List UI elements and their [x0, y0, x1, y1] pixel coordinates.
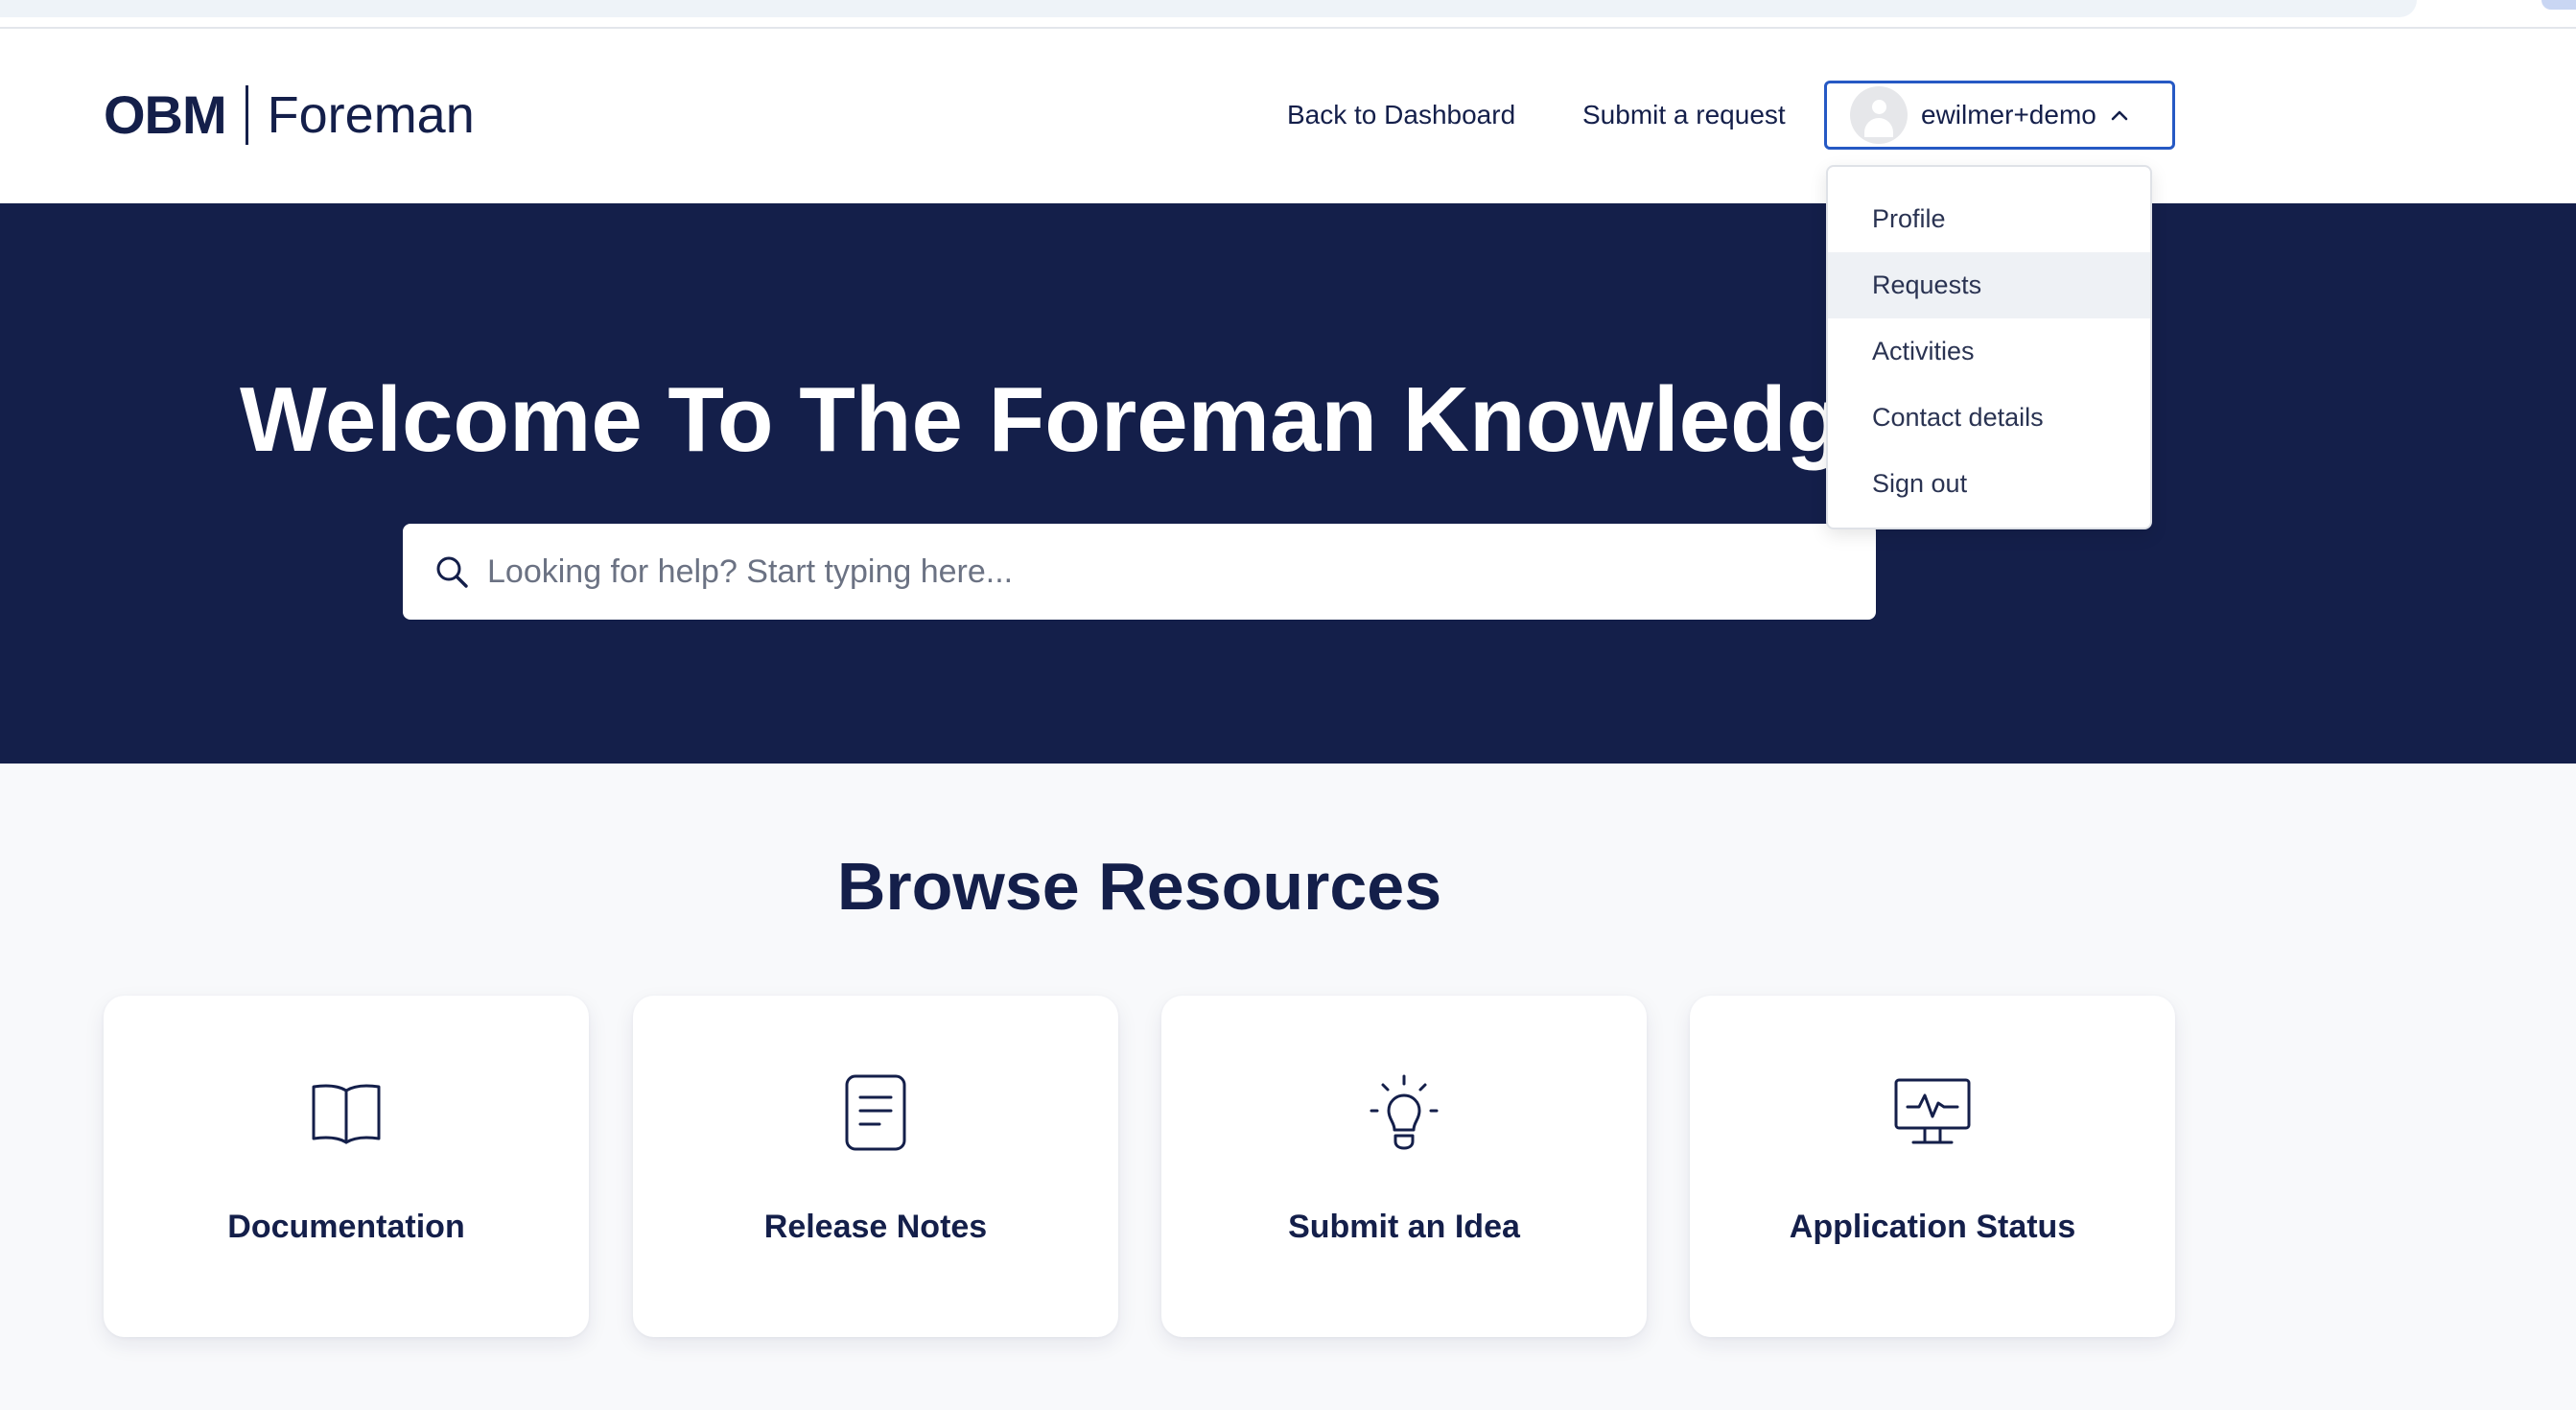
search-input[interactable] [487, 543, 1830, 600]
chevron-up-icon [2111, 110, 2128, 121]
menu-item-requests[interactable]: Requests [1828, 252, 2150, 318]
user-name: ewilmer+demo [1921, 100, 2096, 129]
browser-bar [0, 0, 2417, 17]
logo-divider [245, 85, 248, 145]
card-label-documentation: Documentation [227, 1209, 465, 1245]
back-to-dashboard-link[interactable]: Back to Dashboard [1287, 98, 1515, 132]
logo-product: Foreman [267, 86, 475, 144]
menu-item-activities[interactable]: Activities [1828, 318, 2150, 385]
hero-banner: Welcome To The Foreman Knowledge [0, 203, 2576, 764]
menu-item-sign-out[interactable]: Sign out [1828, 451, 2150, 517]
search-icon [436, 556, 468, 588]
submit-request-link[interactable]: Submit a request [1582, 98, 1786, 132]
avatar [1850, 86, 1908, 144]
logo-mark: OBM [104, 84, 227, 145]
card-submit-idea[interactable]: Submit an Idea [1161, 996, 1647, 1337]
document-icon [845, 1074, 906, 1151]
search-box[interactable] [403, 524, 1876, 620]
browser-corner [2541, 0, 2576, 10]
user-dropdown-menu: Profile Requests Activities Contact deta… [1826, 165, 2152, 529]
card-label-release-notes: Release Notes [763, 1209, 988, 1245]
hero-title: Welcome To The Foreman Knowledge [240, 368, 1894, 471]
monitor-pulse-icon [1894, 1078, 1971, 1144]
card-documentation[interactable]: Documentation [104, 996, 589, 1337]
book-icon [312, 1084, 381, 1144]
avatar-head [1872, 100, 1886, 114]
browser-top-strip [0, 0, 2576, 29]
lightbulb-icon [1370, 1074, 1439, 1150]
menu-item-profile[interactable]: Profile [1828, 186, 2150, 252]
card-label-application-status: Application Status [1789, 1209, 2076, 1245]
user-menu-button[interactable]: ewilmer+demo [1824, 81, 2175, 150]
card-release-notes[interactable]: Release Notes [633, 996, 1118, 1337]
avatar-shoulders [1864, 118, 1893, 137]
browse-resources-heading: Browse Resources [836, 849, 1442, 924]
menu-item-contact-details[interactable]: Contact details [1828, 385, 2150, 451]
site-logo[interactable]: OBM Foreman [104, 84, 475, 146]
card-application-status[interactable]: Application Status [1690, 996, 2175, 1337]
card-label-submit-idea: Submit an Idea [1288, 1209, 1520, 1245]
